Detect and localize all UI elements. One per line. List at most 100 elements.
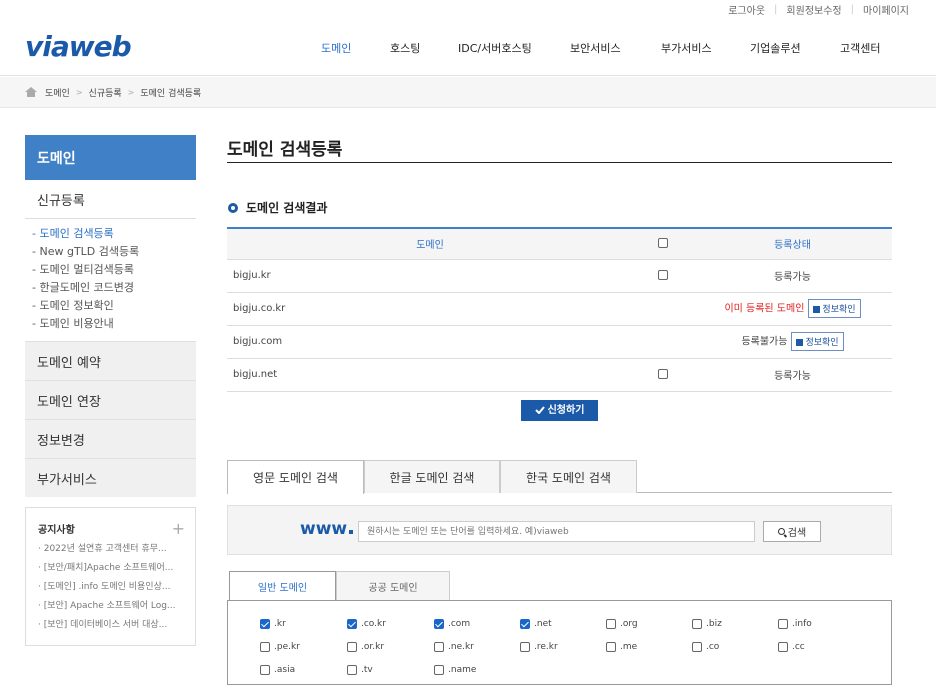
breadcrumb-item[interactable]: 신규등록 <box>89 86 122 99</box>
main-content: 도메인 검색등록 도메인 검색결과 도메인 등록상태 bigju.kr 등록가능 b… <box>227 135 892 685</box>
row-status-cell: 등록가능 <box>693 259 892 293</box>
tld-option[interactable]: .co <box>692 642 719 652</box>
row-domain: bigju.kr <box>227 259 633 293</box>
tab-korea[interactable]: 한국 도메인 검색 <box>500 460 637 493</box>
notice-box: 공지사항 + · 2022년 설연휴 고객센터 휴무... · [보안/패치]A… <box>25 507 196 646</box>
row-status: 등록가능 <box>774 371 811 382</box>
sidebar: 도메인 신규등록 - 도메인 검색등록 - New gTLD 검색등록 - 도메… <box>25 135 196 646</box>
sidebar-item-addon[interactable]: 부가서비스 <box>25 458 196 497</box>
tab-english[interactable]: 영문 도메인 검색 <box>227 460 364 494</box>
tld-label: .tv <box>361 665 373 675</box>
nav-domain[interactable]: 도메인 <box>321 40 351 56</box>
mypage-link[interactable]: 마이페이지 <box>863 2 909 17</box>
tld-label: .com <box>448 619 471 629</box>
tld-option[interactable]: .co.kr <box>347 619 386 629</box>
sidebar-subitem[interactable]: - 한글도메인 코드변경 <box>32 279 196 297</box>
plus-icon[interactable]: + <box>172 519 185 538</box>
tld-option[interactable]: .pe.kr <box>260 642 300 652</box>
search-input[interactable] <box>358 521 755 542</box>
tld-label: .or.kr <box>361 642 385 652</box>
tld-option[interactable]: .ne.kr <box>434 642 474 652</box>
tld-checkbox[interactable] <box>520 619 530 629</box>
tld-label: .info <box>792 619 812 629</box>
tld-checkbox[interactable] <box>778 619 788 629</box>
tld-option[interactable]: .cc <box>778 642 805 652</box>
tld-checkbox[interactable] <box>347 642 357 652</box>
nav-enterprise[interactable]: 기업솔루션 <box>750 40 801 56</box>
divider: | <box>850 3 854 15</box>
search-button[interactable]: 검색 <box>763 521 821 542</box>
notice-item[interactable]: · [보안/패치]Apache 소프트웨어... <box>38 559 185 578</box>
header: viaweb 도메인 호스팅 IDC/서버호스팅 보안서비스 부가서비스 기업솔… <box>0 18 936 76</box>
tld-option[interactable]: .re.kr <box>520 642 558 652</box>
notice-item[interactable]: · [보안] 데이터베이스 서버 대상... <box>38 616 185 635</box>
tld-checkbox[interactable] <box>778 642 788 652</box>
tld-option[interactable]: .info <box>778 619 812 629</box>
breadcrumb-item[interactable]: 도메인 <box>45 86 70 99</box>
home-icon[interactable] <box>25 87 37 97</box>
tld-label: .cc <box>792 642 805 652</box>
sidebar-subitem[interactable]: - 도메인 멀티검색등록 <box>32 261 196 279</box>
row-checkbox[interactable] <box>658 369 668 379</box>
tld-option[interactable]: .me <box>606 642 637 652</box>
sidebar-subitem[interactable]: - 도메인 정보확인 <box>32 297 196 315</box>
row-checkbox[interactable] <box>658 270 668 280</box>
logout-link[interactable]: 로그아웃 <box>728 2 765 17</box>
sidebar-item-reservation[interactable]: 도메인 예약 <box>25 341 196 380</box>
tld-option[interactable]: .org <box>606 619 638 629</box>
dot-icon <box>349 530 354 534</box>
select-all-checkbox[interactable] <box>658 238 668 249</box>
sidebar-item-renewal[interactable]: 도메인 연장 <box>25 380 196 419</box>
tld-checkbox[interactable] <box>260 619 270 629</box>
tld-checkbox[interactable] <box>260 642 270 652</box>
tld-option[interactable]: .name <box>434 665 476 675</box>
nav-support[interactable]: 고객센터 <box>840 40 880 56</box>
tld-option[interactable]: .biz <box>692 619 722 629</box>
tld-checkbox[interactable] <box>347 619 357 629</box>
tld-checkbox[interactable] <box>434 619 444 629</box>
tld-option[interactable]: .net <box>520 619 552 629</box>
notice-item[interactable]: · 2022년 설연휴 고객센터 휴무... <box>38 540 185 559</box>
nav-security[interactable]: 보안서비스 <box>570 40 621 56</box>
tld-checkbox[interactable] <box>434 665 444 675</box>
tab-hangul[interactable]: 한글 도메인 검색 <box>364 460 500 493</box>
edit-profile-link[interactable]: 회원정보수정 <box>786 2 841 17</box>
col-status-header: 등록상태 <box>693 228 892 260</box>
tld-label: .ne.kr <box>448 642 474 652</box>
sidebar-item-info-change[interactable]: 정보변경 <box>25 419 196 458</box>
notice-item[interactable]: · [도메인] .info 도메인 비용인상... <box>38 578 185 597</box>
tld-checkbox[interactable] <box>692 642 702 652</box>
breadcrumb-item[interactable]: 도메인 검색등록 <box>140 86 201 99</box>
tld-option[interactable]: .or.kr <box>347 642 384 652</box>
tld-checkbox[interactable] <box>606 642 616 652</box>
tld-checkbox[interactable] <box>434 642 444 652</box>
search-box: www 검색 <box>227 505 892 555</box>
tld-label: .biz <box>706 619 722 629</box>
check-icon <box>534 405 545 414</box>
tab-general-domain[interactable]: 일반 도메인 <box>229 571 336 601</box>
info-check-label: 정보확인 <box>822 305 856 315</box>
tld-checkbox[interactable] <box>606 619 616 629</box>
tld-option[interactable]: .tv <box>347 665 373 675</box>
sidebar-subitem[interactable]: - New gTLD 검색등록 <box>32 243 196 261</box>
tld-checkbox[interactable] <box>347 665 357 675</box>
info-check-button[interactable]: 정보확인 <box>791 332 844 351</box>
tab-public-domain[interactable]: 공공 도메인 <box>336 571 450 600</box>
tld-option[interactable]: .com <box>434 619 470 629</box>
notice-item[interactable]: · [보안] Apache 소프트웨어 Log... <box>38 597 185 616</box>
info-check-button[interactable]: 정보확인 <box>808 299 861 318</box>
apply-button[interactable]: 신청하기 <box>520 399 599 421</box>
tld-checkbox[interactable] <box>692 619 702 629</box>
tld-checkbox[interactable] <box>520 642 530 652</box>
nav-idc[interactable]: IDC/서버호스팅 <box>458 40 532 56</box>
sidebar-title: 도메인 <box>25 135 196 180</box>
nav-hosting[interactable]: 호스팅 <box>390 40 420 56</box>
tld-option[interactable]: .kr <box>260 619 286 629</box>
nav-addon[interactable]: 부가서비스 <box>661 40 712 56</box>
sidebar-item-new-registration[interactable]: 신규등록 <box>25 180 196 219</box>
tld-option[interactable]: .asia <box>260 665 295 675</box>
tld-checkbox[interactable] <box>260 665 270 675</box>
main-nav: 도메인 호스팅 IDC/서버호스팅 보안서비스 부가서비스 기업솔루션 고객센터 <box>0 40 936 56</box>
sidebar-subitem[interactable]: - 도메인 비용안내 <box>32 315 196 333</box>
sidebar-subitem[interactable]: - 도메인 검색등록 <box>32 225 196 243</box>
